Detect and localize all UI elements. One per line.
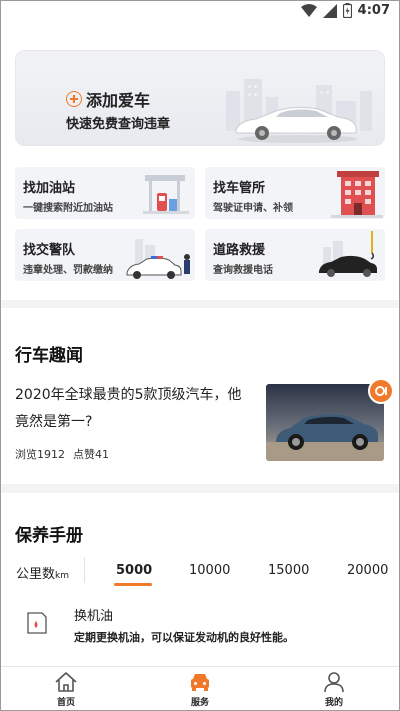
government-building-icon	[331, 171, 383, 218]
status-bar: 4:07	[0, 0, 400, 24]
service-card-vehicle-office[interactable]: 找车管所 驾驶证申请、补领	[205, 167, 385, 219]
service-card-road-rescue[interactable]: 道路救援 查询救援电话	[205, 229, 385, 281]
nav-home-label: 首页	[56, 698, 75, 708]
top-section: 添加爱车 快速免费查询违章 找加油站 一键搜索附近加油站 找车管所 驾驶证申请、…	[0, 24, 400, 300]
news-thumbnail-suv[interactable]	[266, 384, 384, 461]
service-card-gas-station[interactable]: 找加油站 一键搜索附近加油站	[15, 167, 195, 219]
service-subtitle: 驾驶证申请、补领	[213, 203, 293, 214]
status-time: 4:07	[357, 3, 390, 18]
mileage-tab-10000[interactable]: 10000	[189, 563, 230, 578]
bottom-navigation: 首页 服务 我的	[0, 666, 400, 711]
mileage-tab-15000[interactable]: 15000	[268, 563, 309, 578]
news-views: 浏览1912	[15, 448, 65, 461]
mileage-tab-20000[interactable]: 20000	[347, 563, 400, 578]
divider	[84, 557, 85, 583]
add-circle-icon	[66, 91, 82, 107]
service-title: 找交警队	[23, 243, 76, 258]
nav-service-label: 服务	[190, 698, 209, 708]
mileage-tab-5000[interactable]: 5000	[116, 563, 152, 578]
mileage-label: 公里数km	[16, 567, 69, 582]
battery-icon	[342, 3, 352, 18]
tow-truck-icon	[319, 231, 377, 277]
oil-can-icon	[27, 612, 47, 634]
maintenance-item-description: 定期更换机油，可以保证发动机的良好性能。	[74, 631, 294, 644]
status-icons: 4:07	[300, 3, 390, 18]
gas-station-icon	[143, 175, 189, 214]
service-title: 道路救援	[213, 243, 266, 258]
service-title: 找加油站	[23, 181, 76, 196]
news-section-title: 行车趣闻	[15, 346, 83, 366]
active-tab-indicator	[114, 583, 152, 586]
nav-profile-label: 我的	[324, 698, 343, 708]
mileage-tabs: 公里数km 5000 10000 15000 20000	[0, 553, 400, 589]
nav-profile[interactable]: 我的	[304, 671, 364, 708]
wifi-icon	[300, 3, 317, 17]
news-section: 行车趣闻 2020年全球最贵的5款顶级汽车，他竟然是第一? 浏览1912 点赞4…	[0, 308, 400, 484]
add-car-banner[interactable]: 添加爱车 快速免费查询违章	[15, 50, 385, 146]
service-subtitle: 查询救援电话	[213, 265, 273, 276]
add-car-label: 添加爱车	[86, 91, 151, 110]
home-icon	[55, 672, 77, 692]
profile-icon	[324, 672, 344, 693]
news-meta: 浏览1912 点赞41	[15, 446, 109, 462]
police-car-icon	[126, 239, 190, 279]
ai-badge-icon[interactable]	[368, 378, 394, 404]
service-card-traffic-police[interactable]: 找交警队 违章处理、罚款缴纳	[15, 229, 195, 281]
news-likes: 点赞41	[73, 448, 109, 461]
signal-icon	[322, 3, 337, 18]
nav-home[interactable]: 首页	[36, 671, 96, 708]
maintenance-item-name: 换机油	[74, 609, 114, 624]
maintenance-item[interactable]: 换机油 定期更换机油，可以保证发动机的良好性能。	[0, 597, 400, 657]
service-subtitle: 一键搜索附近加油站	[23, 203, 113, 214]
maintenance-section: 保养手册 公里数km 5000 10000 15000 20000 换机油 定期…	[0, 493, 400, 666]
city-car-illustration	[226, 79, 372, 143]
maintenance-section-title: 保养手册	[15, 526, 83, 546]
banner-subtitle: 快速免费查询违章	[66, 117, 171, 132]
add-car-button[interactable]: 添加爱车	[66, 87, 150, 111]
news-headline[interactable]: 2020年全球最贵的5款顶级汽车，他竟然是第一?	[15, 382, 255, 436]
nav-service[interactable]: 服务	[170, 671, 230, 708]
service-subtitle: 违章处理、罚款缴纳	[23, 265, 113, 276]
car-service-icon	[191, 674, 209, 691]
service-title: 找车管所	[213, 181, 266, 196]
